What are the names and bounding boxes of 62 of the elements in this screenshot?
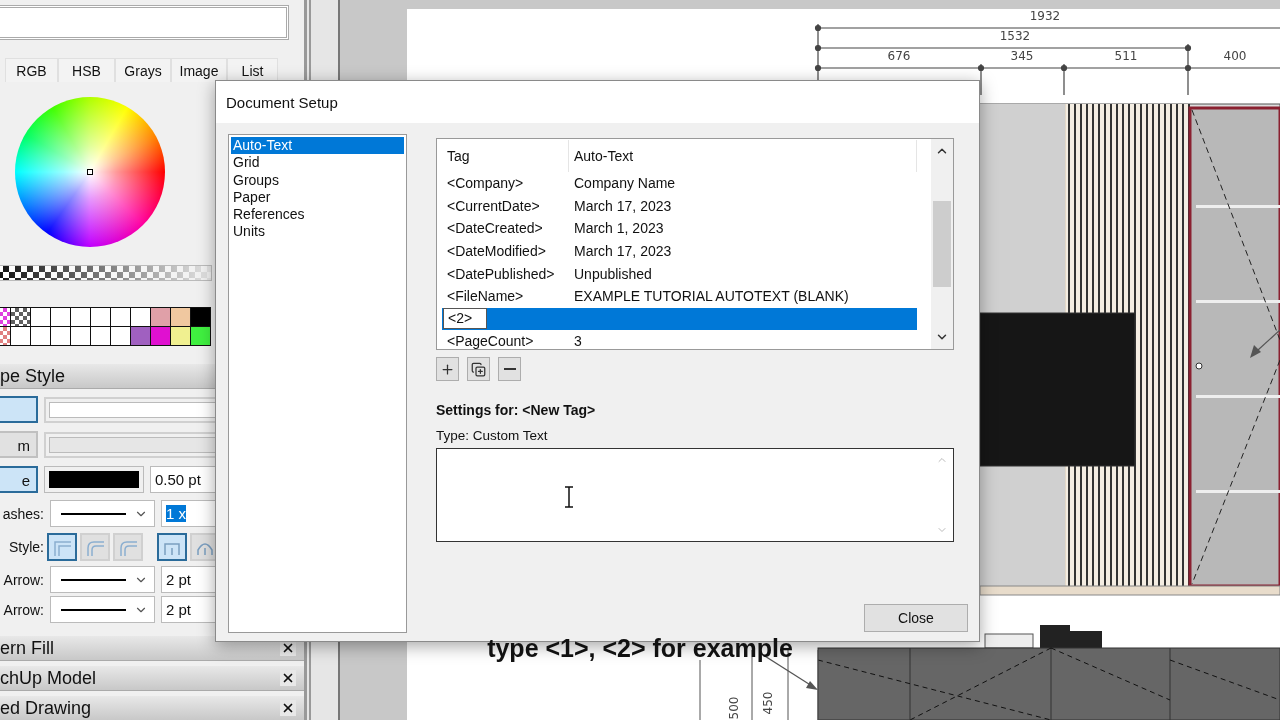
category-item[interactable]: References (231, 206, 404, 224)
table-cell-text: <DateModified> (446, 243, 547, 260)
category-list[interactable]: Auto-Text Grid Groups Paper References Units (228, 134, 407, 633)
table-row[interactable]: <FileName> EXAMPLE TUTORIAL AUTOTEXT (BLANK) (442, 284, 917, 308)
style-toggle-button[interactable]: e (0, 466, 38, 493)
color-mode-tab[interactable]: HSB (58, 58, 115, 82)
caption-text: type <1>, <2> for example (487, 634, 793, 663)
section-title: pe Style (0, 365, 66, 387)
table-cell-text: EXAMPLE TUTORIAL AUTOTEXT (BLANK) (573, 288, 850, 305)
dimension-label: 511 (1114, 49, 1138, 63)
type-label: Type: Custom Text (436, 428, 549, 443)
color-mode-tab[interactable]: List (227, 58, 278, 82)
table-row[interactable]: <Company> Company Name (442, 172, 917, 195)
section-title: ed Drawing (0, 697, 92, 719)
dimension-label: 676 (887, 49, 911, 63)
dimension-label: 450 (761, 691, 775, 715)
table-row[interactable]: <PageCount> 3 (442, 330, 917, 349)
tag-name-input[interactable]: <2> (443, 308, 487, 330)
table-row[interactable]: <DateModified> March 17, 2023 (442, 239, 917, 263)
section-header[interactable]: ed Drawing (0, 696, 304, 720)
column-header[interactable]: Tag (442, 140, 569, 172)
field-label: Style: (8, 539, 44, 555)
section-header[interactable]: ern Fill (0, 636, 304, 661)
color-mode-tab[interactable]: RGB (5, 58, 58, 82)
table-cell-text: <CurrentDate> (446, 197, 541, 214)
dimension-label: 400 (1223, 49, 1247, 63)
table-row[interactable]: <2> (442, 307, 917, 331)
category-item[interactable]: Units (231, 223, 404, 241)
table-cell-text: March 1, 2023 (573, 220, 665, 237)
category-item[interactable]: Paper (231, 188, 404, 207)
table-cell-text: <DateCreated> (446, 220, 544, 237)
table-row[interactable]: <CurrentDate> March 17, 2023 (442, 194, 917, 218)
section-header[interactable]: chUp Model (0, 666, 304, 691)
category-item[interactable]: Groups (231, 171, 404, 189)
column-header[interactable]: Auto-Text (569, 140, 917, 172)
table-row[interactable]: <DatePublished> Unpublished (442, 262, 917, 285)
dimension-label: 1532 (999, 29, 1031, 43)
table-cell-text: Unpublished (573, 265, 653, 282)
category-item[interactable]: Auto-Text (231, 137, 404, 155)
settings-heading: Settings for: <New Tag> (436, 402, 597, 418)
table-cell-text: 3 (573, 333, 583, 349)
category-item[interactable]: Grid (231, 154, 404, 172)
dialog-title: Document Setup (226, 93, 338, 111)
close-button[interactable]: Close (864, 604, 968, 632)
field-label: Arrow: (2, 571, 44, 588)
color-mode-tab[interactable]: Image (171, 58, 227, 82)
color-mode-tab[interactable]: Grays (115, 58, 171, 82)
table-cell-text: <FileName> (446, 288, 525, 305)
table-cell-text: Company Name (573, 175, 677, 192)
field-label: ashes: (1, 505, 44, 522)
section-title: ern Fill (0, 637, 54, 659)
table-cell-text: March 17, 2023 (573, 197, 673, 214)
dimension-label: 1932 (1029, 9, 1061, 23)
dimension-label: 345 (1010, 49, 1034, 63)
section-title: chUp Model (0, 667, 97, 689)
field-label: Arrow: (2, 601, 44, 618)
table-row[interactable]: <DateCreated> March 1, 2023 (442, 217, 917, 240)
table-cell-text: <PageCount> (446, 333, 535, 349)
table-cell-text: <Company> (446, 175, 525, 192)
table-cell-text: <DatePublished> (446, 265, 556, 282)
table-cell-text: March 17, 2023 (573, 243, 673, 260)
dimension-label: 500 (727, 696, 741, 720)
